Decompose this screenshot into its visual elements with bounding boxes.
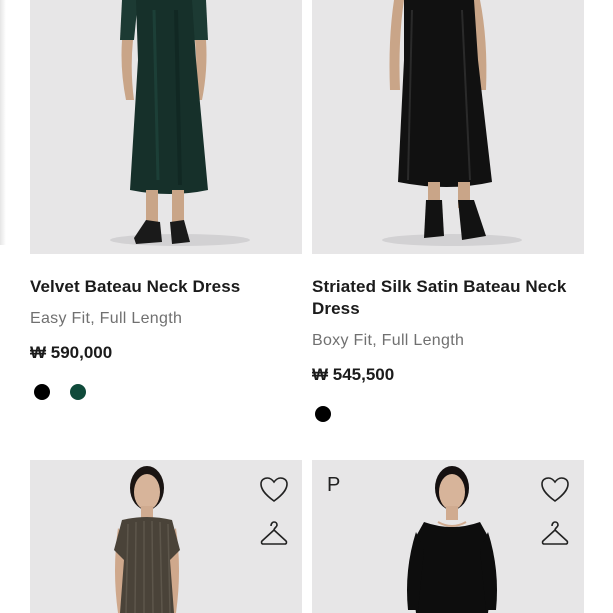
color-swatch-black[interactable] xyxy=(34,384,50,400)
product-fit: Boxy Fit, Full Length xyxy=(312,332,465,349)
hanger-icon[interactable] xyxy=(540,519,570,549)
product-fit: Easy Fit, Full Length xyxy=(30,310,183,327)
heart-icon[interactable] xyxy=(540,476,570,506)
color-swatch-black[interactable] xyxy=(315,406,331,422)
product-name[interactable]: Velvet Bateau Neck Dress xyxy=(30,276,240,298)
heart-icon[interactable] xyxy=(259,476,289,506)
hanger-icon[interactable] xyxy=(259,519,289,549)
product-name-continued[interactable]: Dress xyxy=(312,298,360,320)
product-name[interactable]: Striated Silk Satin Bateau Neck xyxy=(312,276,566,298)
product-price: ₩ 545,500 xyxy=(312,365,395,384)
dress-photo xyxy=(382,0,522,246)
product-price: ₩ 590,000 xyxy=(30,343,113,362)
dress-photo xyxy=(110,0,250,246)
product-image-silk-dress[interactable] xyxy=(312,0,584,254)
product-image-velvet-dress[interactable] xyxy=(30,0,302,254)
color-swatch-green[interactable] xyxy=(70,384,86,400)
page-edge-shadow xyxy=(0,0,6,245)
badge-letter: P xyxy=(327,474,341,496)
